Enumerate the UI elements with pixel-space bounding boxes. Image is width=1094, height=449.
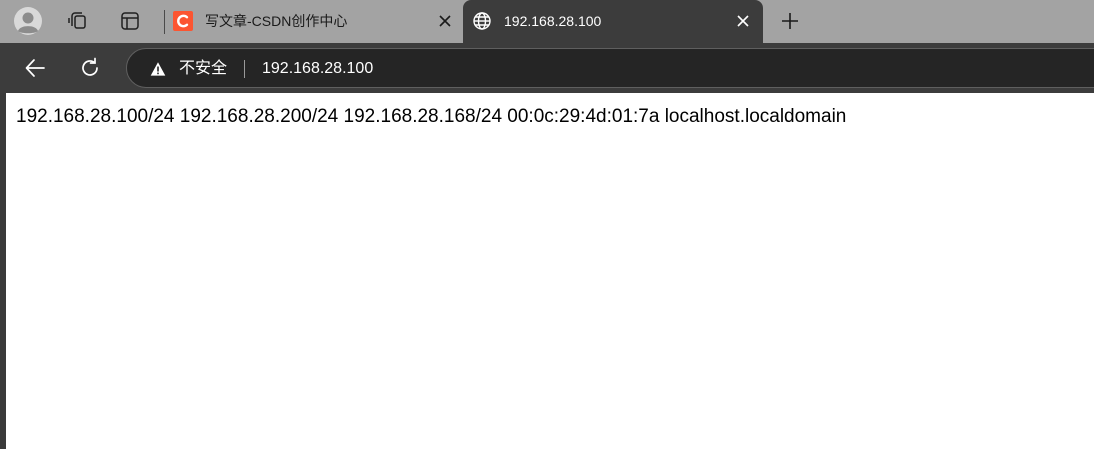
- new-tab-button[interactable]: [775, 6, 805, 36]
- warning-icon[interactable]: [150, 61, 166, 77]
- close-icon: [439, 15, 451, 27]
- toolbar: 不安全 192.168.28.100: [0, 43, 1094, 93]
- arrow-left-icon: [25, 59, 45, 77]
- page-body-text: 192.168.28.100/24 192.168.28.200/24 192.…: [16, 106, 847, 127]
- tab-actions-button[interactable]: [114, 5, 146, 37]
- refresh-button[interactable]: [73, 51, 107, 85]
- tab-active[interactable]: 192.168.28.100: [463, 0, 763, 43]
- address-separator: [244, 60, 245, 78]
- profile-avatar[interactable]: [12, 5, 44, 37]
- avatar-icon: [14, 7, 42, 35]
- address-bar[interactable]: 不安全 192.168.28.100: [126, 48, 1094, 88]
- back-button[interactable]: [18, 51, 52, 85]
- workspaces-button[interactable]: [62, 5, 94, 37]
- tab-title: 192.168.28.100: [504, 13, 602, 29]
- tab-title: 写文章-CSDN创作中心: [205, 13, 348, 29]
- globe-icon: [473, 12, 491, 30]
- refresh-icon: [82, 57, 98, 76]
- close-tab-button[interactable]: [435, 11, 455, 31]
- security-label[interactable]: 不安全: [179, 60, 227, 78]
- workspaces-icon: [68, 12, 86, 29]
- vertical-tabs-icon: [121, 12, 139, 30]
- tab-csdn[interactable]: 写文章-CSDN创作中心: [164, 0, 462, 43]
- url-text[interactable]: 192.168.28.100: [262, 60, 373, 78]
- page-content: 192.168.28.100/24 192.168.28.200/24 192.…: [6, 93, 1094, 449]
- plus-icon: [782, 13, 798, 29]
- close-icon: [737, 15, 749, 27]
- csdn-logo-icon: [173, 11, 193, 31]
- close-tab-button[interactable]: [733, 11, 753, 31]
- tab-strip: 写文章-CSDN创作中心 192.168.28.100: [0, 0, 1094, 43]
